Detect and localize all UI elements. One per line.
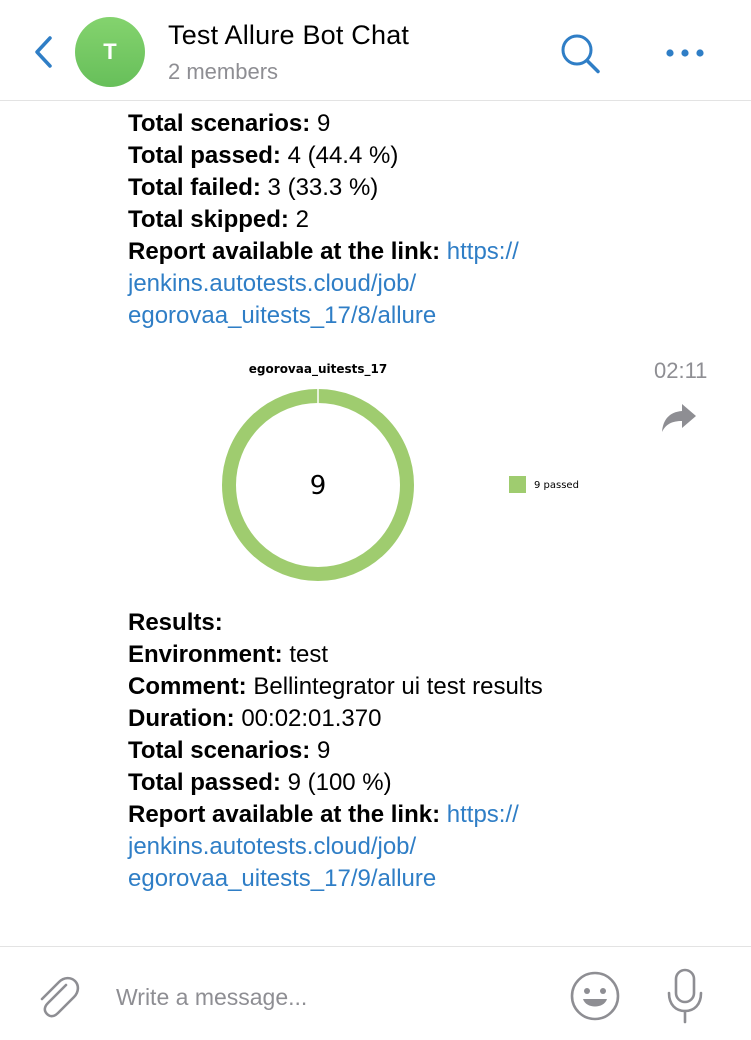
- message-time: 02:11: [654, 358, 708, 383]
- message-line: Report available at the link: https://: [128, 238, 519, 265]
- message-line: Total skipped: 2: [128, 206, 309, 233]
- report-link[interactable]: egorovaa_uitests_17/9/allure: [128, 863, 648, 895]
- member-count: 2 members: [168, 59, 279, 84]
- message-line: Comment: Bellintegrator ui test results: [128, 673, 543, 700]
- message-line: Environment: test: [128, 641, 329, 668]
- donut-chart: egorovaa_uitests_17 9 9 passed: [222, 362, 579, 581]
- avatar[interactable]: T: [75, 17, 145, 87]
- chat-title[interactable]: Test Allure Bot Chat: [168, 20, 409, 51]
- message-composer: [0, 946, 751, 1040]
- message-line: Results:: [128, 609, 223, 636]
- legend-label: 9 passed: [534, 480, 579, 491]
- message-line: Total scenarios: 9: [128, 110, 331, 137]
- message-text-2: Results: Environment: test Comment: Bell…: [128, 607, 648, 895]
- report-link[interactable]: egorovaa_uitests_17/8/allure: [128, 300, 648, 332]
- forward-icon[interactable]: [660, 400, 698, 436]
- back-chevron-icon[interactable]: [28, 30, 60, 74]
- message-line: Total passed: 9 (100 %): [128, 769, 392, 796]
- report-link[interactable]: https://: [447, 801, 519, 828]
- emoji-icon[interactable]: [568, 969, 622, 1023]
- center-label: 9: [310, 471, 327, 501]
- message-text-1: Total scenarios: 9 Total passed: 4 (44.4…: [128, 108, 648, 332]
- message-line: Report available at the link: https://: [128, 801, 519, 828]
- search-icon[interactable]: [556, 30, 604, 78]
- chat-header: T Test Allure Bot Chat 2 members: [0, 0, 751, 101]
- attach-icon[interactable]: [32, 971, 80, 1019]
- report-link[interactable]: jenkins.autotests.cloud/job/: [128, 268, 648, 300]
- message-input[interactable]: [116, 977, 536, 1017]
- message-line: Total scenarios: 9: [128, 737, 331, 764]
- chart-title: egorovaa_uitests_17: [249, 362, 387, 377]
- message-line: Total passed: 4 (44.4 %): [128, 142, 399, 169]
- report-link[interactable]: https://: [447, 238, 519, 265]
- mic-icon[interactable]: [664, 967, 706, 1025]
- report-link[interactable]: jenkins.autotests.cloud/job/: [128, 831, 648, 863]
- more-icon[interactable]: [662, 38, 708, 68]
- message-line: Total failed: 3 (33.3 %): [128, 174, 379, 201]
- allure-chart-image[interactable]: egorovaa_uitests_17 9 9 passed: [196, 352, 614, 594]
- message-line: Duration: 00:02:01.370: [128, 705, 382, 732]
- legend-swatch: [509, 476, 526, 493]
